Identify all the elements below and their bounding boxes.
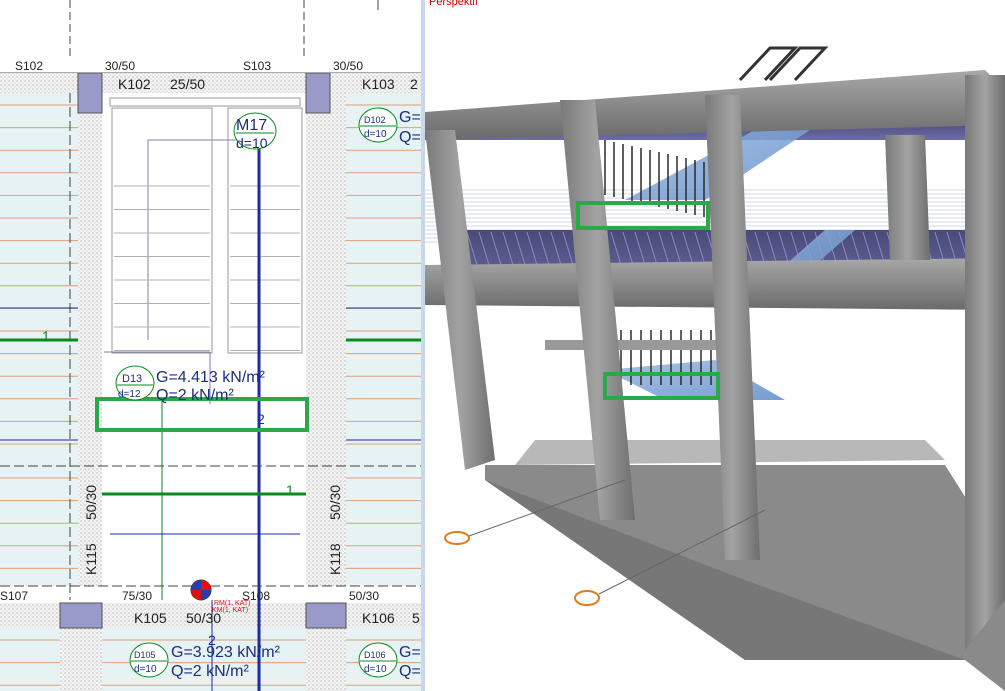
axis-bubble-left[interactable] — [444, 531, 470, 545]
marker-text-2: KM(1, KAT) — [212, 607, 248, 614]
slab-name-d106: D106 — [364, 650, 386, 660]
stair-thickness: d=10 — [236, 135, 268, 151]
beam-label-k105: K105 — [134, 610, 167, 626]
axis-1-label-left: 1 — [42, 328, 50, 344]
column-size-3: 75/30 — [122, 589, 152, 603]
axis-bubble-bottom[interactable] — [574, 590, 600, 606]
vertical-size-left: 50/30 — [83, 485, 99, 520]
slab-left-area — [0, 93, 78, 466]
slab-thickness-d105: d=10 — [134, 664, 157, 675]
column-1 — [77, 72, 103, 114]
slab-name-d13: D13 — [122, 373, 142, 385]
axis-2-label-top: 2 — [257, 411, 265, 427]
slab-q-d106: Q= — [399, 663, 421, 680]
axis-1-label-right: 1 — [286, 482, 294, 498]
beam-label-k106: K106 — [362, 610, 395, 626]
stair-name: M17 — [236, 117, 267, 134]
beam-label-k102: K102 — [118, 76, 151, 92]
stair-lower-flight[interactable] — [605, 360, 785, 400]
slab-bottom-left — [0, 628, 60, 691]
stair-landing-area — [102, 466, 306, 586]
vertical-size-right: 50/30 — [327, 485, 343, 520]
column-back-right[interactable] — [885, 135, 930, 260]
slab-g-d13: G=4.413 kN/m² — [156, 369, 266, 386]
beam-size-k102: 25/50 — [170, 76, 205, 92]
slab-label-s107: S107 — [0, 589, 28, 603]
slab-label-s102: S102 — [15, 59, 43, 73]
slab-label-s103: S103 — [243, 59, 271, 73]
slab-name-d102: D102 — [364, 115, 386, 125]
slab-g-d102: G= — [399, 109, 421, 126]
beam-suffix-k103: 2 — [410, 76, 418, 92]
slab-q-d102: Q= — [399, 129, 421, 146]
beam-label-k103: K103 — [362, 76, 395, 92]
slab-g-d106: G= — [399, 644, 421, 661]
beam-label-k115: K115 — [83, 543, 99, 575]
beam-suffix-k106: 5 — [412, 610, 420, 626]
slab-g-d105: G=3.923 kN/m² — [171, 644, 281, 661]
column-2 — [305, 72, 331, 114]
column-4 — [305, 602, 347, 629]
slab-thickness-d13: d=12 — [118, 389, 141, 400]
marker-text-1: RM(1, KAT) — [214, 600, 250, 607]
floor-plan-view[interactable]: S102 30/50 S103 30/50 K102 25/50 K103 2 … — [0, 0, 421, 691]
column-size-1: 30/50 — [105, 59, 135, 73]
column-size-2: 30/50 — [333, 59, 363, 73]
column-front-right[interactable] — [965, 75, 1005, 650]
column-size-4: 50/30 — [349, 589, 379, 603]
beam-label-k118: K118 — [327, 543, 343, 575]
slab-name-d105: D105 — [134, 650, 156, 660]
column-3 — [59, 602, 103, 629]
slab-right-area — [346, 93, 421, 466]
slab-q-d13: Q=2 kN/m² — [156, 387, 234, 404]
slab-thickness-d106: d=10 — [364, 664, 387, 675]
slab-thickness-d102: d=10 — [364, 129, 387, 140]
perspective-view[interactable]: Perspektif — [425, 0, 1005, 691]
slab-q-d105: Q=2 kN/m² — [171, 663, 249, 680]
view-title: Perspektif — [429, 0, 478, 8]
